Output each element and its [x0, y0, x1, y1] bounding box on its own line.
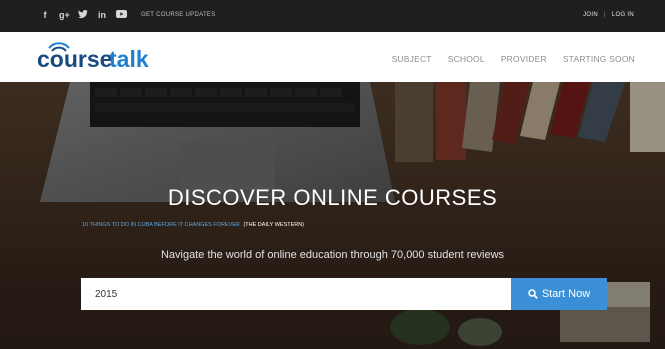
news-source: (THE DAILY WESTERN): [243, 222, 305, 228]
start-now-button[interactable]: Start Now: [511, 278, 607, 310]
coursetalk-logo[interactable]: course talk: [35, 39, 155, 73]
search-input[interactable]: [81, 278, 511, 310]
news-link[interactable]: 10 THINGS TO DO IN CUBA BEFORE IT CHANGE…: [82, 222, 240, 228]
main-nav: SUBJECT SCHOOL PROVIDER STARTING SOON: [392, 54, 635, 64]
get-course-updates-link[interactable]: GET COURSE UPDATES: [141, 12, 216, 18]
google-plus-icon[interactable]: g+: [59, 10, 70, 20]
account-separator: |: [604, 12, 606, 18]
hero-section: DISCOVER ONLINE COURSES 10 THINGS TO DO …: [0, 82, 665, 349]
logo-wordmark-talk: talk: [109, 46, 149, 72]
logo-wordmark-course: course: [37, 46, 112, 72]
top-utility-bar: f g+ in GET COURSE UPDATES JOIN | LOG IN: [0, 0, 665, 32]
nav-school[interactable]: SCHOOL: [448, 54, 485, 64]
hero-tagline: Navigate the world of online education t…: [160, 249, 505, 261]
hero-title: DISCOVER ONLINE COURSES: [167, 185, 498, 210]
course-search: Start Now: [81, 278, 607, 310]
login-link[interactable]: LOG IN: [612, 12, 634, 18]
social-links: f g+ in GET COURSE UPDATES: [40, 10, 216, 20]
news-ticker: 10 THINGS TO DO IN CUBA BEFORE IT CHANGE…: [82, 222, 304, 228]
search-icon: [528, 289, 538, 299]
facebook-icon[interactable]: f: [40, 10, 50, 20]
coursetalk-page: f g+ in GET COURSE UPDATES JOIN | LOG IN…: [0, 0, 665, 349]
twitter-icon[interactable]: [78, 10, 88, 20]
join-link[interactable]: JOIN: [583, 12, 598, 18]
account-links: JOIN | LOG IN: [583, 12, 634, 18]
nav-subject[interactable]: SUBJECT: [392, 54, 432, 64]
nav-starting-soon[interactable]: STARTING SOON: [563, 54, 635, 64]
site-header: course talk SUBJECT SCHOOL PROVIDER STAR…: [0, 32, 665, 82]
linkedin-icon[interactable]: in: [97, 10, 107, 20]
start-now-label: Start Now: [541, 288, 591, 300]
nav-provider[interactable]: PROVIDER: [501, 54, 547, 64]
youtube-icon[interactable]: [116, 10, 127, 20]
